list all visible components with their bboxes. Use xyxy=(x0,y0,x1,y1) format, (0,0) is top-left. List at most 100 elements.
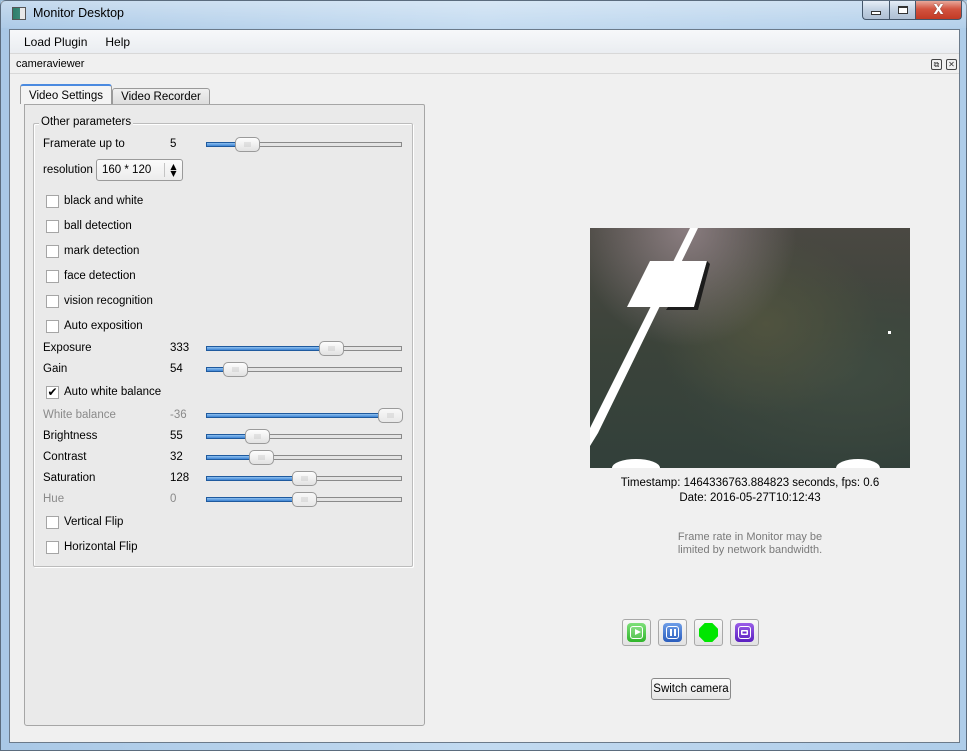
framerate-label: Framerate up to xyxy=(43,138,125,150)
face-detection-checkbox[interactable] xyxy=(46,270,59,283)
resolution-row: resolution 160 * 120 ▲ ▼ xyxy=(34,159,412,183)
timestamp-text: Timestamp: 1464336763.884823 seconds, fp… xyxy=(620,477,880,489)
gain-row: Gain 54 xyxy=(34,360,412,380)
camera-scene xyxy=(590,228,891,468)
horizontal-flip-checkbox[interactable] xyxy=(46,541,59,554)
framerate-row: Framerate up to 5 xyxy=(34,135,412,155)
vision-recognition-label: vision recognition xyxy=(64,295,153,307)
face-detection-label: face detection xyxy=(64,270,136,282)
field-line xyxy=(590,228,698,446)
menu-bar: Load Plugin Help xyxy=(10,30,959,54)
app-icon xyxy=(12,7,26,20)
dock-title: cameraviewer xyxy=(16,58,85,70)
slider-handle[interactable] xyxy=(292,471,317,486)
exposure-row: Exposure 333 xyxy=(34,339,412,359)
saturation-value: 128 xyxy=(170,472,190,484)
dock-float-icon[interactable]: ⧉ xyxy=(931,59,942,70)
play-button[interactable] xyxy=(622,619,651,646)
maximize-icon xyxy=(897,6,908,14)
gain-label: Gain xyxy=(43,363,68,375)
contrast-value: 32 xyxy=(170,451,183,463)
resolution-spinbox[interactable]: 160 * 120 ▲ ▼ xyxy=(96,159,183,181)
maximize-button[interactable] xyxy=(889,1,915,20)
ball-detection-checkbox[interactable] xyxy=(46,220,59,233)
main-window: Monitor Desktop X Load Plugin Help camer… xyxy=(0,0,967,751)
slider-handle[interactable] xyxy=(319,341,344,356)
robot-foot-left xyxy=(612,459,660,468)
play-icon xyxy=(627,623,646,642)
noise-dot xyxy=(888,331,891,334)
gain-value: 54 xyxy=(170,363,183,375)
contrast-slider[interactable] xyxy=(206,450,403,465)
brightness-value: 55 xyxy=(170,430,183,442)
auto-white-balance-label: Auto white balance xyxy=(64,386,162,398)
hue-label: Hue xyxy=(43,493,65,505)
dock-close-icon[interactable]: ✕ xyxy=(946,59,957,70)
resolution-label: resolution xyxy=(43,164,93,176)
robot-foot-right xyxy=(836,459,880,468)
saturation-row: Saturation 128 xyxy=(34,469,412,489)
auto-white-balance-checkbox[interactable]: ✔ xyxy=(46,386,59,399)
window-controls: X xyxy=(862,1,962,20)
mark-detection-label: mark detection xyxy=(64,245,140,257)
exposure-value: 333 xyxy=(170,342,190,354)
camera-icon xyxy=(735,623,754,642)
close-button[interactable]: X xyxy=(915,1,962,20)
slider-handle[interactable] xyxy=(235,137,260,152)
black-and-white-label: black and white xyxy=(64,195,144,207)
mark-detection-checkbox[interactable] xyxy=(46,245,59,258)
ball-detection-label: ball detection xyxy=(64,220,132,232)
slider-handle[interactable] xyxy=(245,429,270,444)
horizontal-flip-label: Horizontal Flip xyxy=(64,541,138,553)
exposure-label: Exposure xyxy=(43,342,92,354)
white-balance-label: White balance xyxy=(43,409,116,421)
bandwidth-note: Frame rate in Monitor may be limited by … xyxy=(590,531,910,557)
tab-video-settings[interactable]: Video Settings xyxy=(20,84,112,104)
pause-button[interactable] xyxy=(658,619,687,646)
switch-camera-button[interactable]: Switch camera xyxy=(651,678,731,700)
group-title: Other parameters xyxy=(39,116,134,128)
menu-load-plugin[interactable]: Load Plugin xyxy=(15,35,96,49)
exposure-slider[interactable] xyxy=(206,341,403,356)
record-button[interactable] xyxy=(694,619,723,646)
gain-slider[interactable] xyxy=(206,362,403,377)
tab-video-recorder[interactable]: Video Recorder xyxy=(112,88,210,105)
brightness-slider[interactable] xyxy=(206,429,403,444)
date-text: Date: 2016-05-27T10:12:43 xyxy=(679,492,821,504)
window-title: Monitor Desktop xyxy=(33,6,125,20)
title-bar[interactable]: Monitor Desktop X xyxy=(1,1,967,28)
slider-fill xyxy=(206,497,304,502)
vertical-flip-checkbox[interactable] xyxy=(46,516,59,529)
camera-info: Timestamp: 1464336763.884823 seconds, fp… xyxy=(590,476,910,506)
snapshot-button[interactable] xyxy=(730,619,759,646)
minimize-icon xyxy=(871,10,881,15)
menu-help[interactable]: Help xyxy=(96,35,139,49)
note-line-1: Frame rate in Monitor may be xyxy=(677,531,823,543)
saturation-label: Saturation xyxy=(43,472,96,484)
white-balance-slider xyxy=(206,408,403,423)
slider-handle[interactable] xyxy=(223,362,248,377)
auto-exposition-label: Auto exposition xyxy=(64,320,143,332)
other-parameters-group: Other parameters Framerate up to 5 resol… xyxy=(33,116,413,567)
black-and-white-checkbox[interactable] xyxy=(46,195,59,208)
vision-recognition-checkbox[interactable] xyxy=(46,295,59,308)
auto-exposition-checkbox[interactable] xyxy=(46,320,59,333)
spin-arrows-icon[interactable]: ▲ ▼ xyxy=(164,163,182,178)
minimize-button[interactable] xyxy=(862,1,889,20)
note-line-2: limited by network bandwidth. xyxy=(677,544,823,556)
slider-handle xyxy=(292,492,317,507)
slider-handle xyxy=(378,408,403,423)
slider-handle[interactable] xyxy=(249,450,274,465)
camera-controls xyxy=(622,619,759,646)
vertical-flip-label: Vertical Flip xyxy=(64,516,124,528)
slider-fill xyxy=(206,476,304,481)
video-settings-panel: Other parameters Framerate up to 5 resol… xyxy=(24,104,425,726)
field-marker xyxy=(627,261,707,307)
framerate-value: 5 xyxy=(170,138,177,150)
framerate-slider[interactable] xyxy=(206,137,403,152)
dock-title-bar[interactable]: cameraviewer ⧉ ✕ xyxy=(10,55,959,74)
close-icon: X xyxy=(933,2,944,18)
camera-image xyxy=(590,228,910,468)
hue-row: Hue 0 xyxy=(34,490,412,510)
saturation-slider[interactable] xyxy=(206,471,403,486)
